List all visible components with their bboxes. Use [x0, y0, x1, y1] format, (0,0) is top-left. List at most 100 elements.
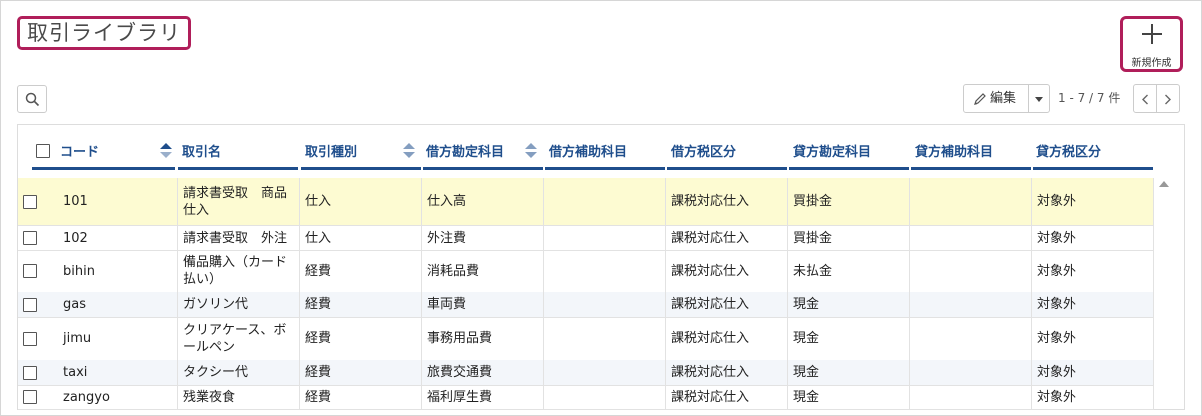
table-row[interactable]: taxi タクシー代 経費 旅費交通費 課税対応仕入 現金 対象外	[18, 360, 1154, 385]
row-checkbox-cell	[18, 317, 58, 360]
cell-credit-tax: 対象外	[1032, 250, 1154, 292]
cell-debit-tax: 課税対応仕入	[666, 360, 788, 385]
cell-credit-account: 買掛金	[788, 178, 910, 225]
cell-credit-sub	[910, 226, 1032, 250]
row-checkbox[interactable]	[23, 390, 37, 404]
cell-name: 請求書受取 商品仕入	[178, 178, 300, 225]
cell-credit-sub	[910, 385, 1032, 409]
header-underline	[911, 167, 1031, 170]
sort-icon[interactable]	[160, 143, 172, 159]
cell-type: 仕入	[300, 226, 422, 250]
cell-credit-account: 現金	[788, 385, 910, 409]
header-underline	[789, 167, 909, 170]
cell-type: 経費	[300, 360, 422, 385]
cell-credit-account: 現金	[788, 292, 910, 317]
header-code[interactable]: コード	[60, 141, 99, 161]
header-debit-account[interactable]: 借方勘定科目	[426, 141, 504, 161]
cell-credit-tax: 対象外	[1032, 360, 1154, 385]
cell-code: zangyo	[58, 385, 178, 409]
cell-code: gas	[58, 292, 178, 317]
cell-credit-tax: 対象外	[1032, 317, 1154, 360]
row-checkbox[interactable]	[23, 365, 37, 380]
vertical-scrollbar[interactable]	[1158, 178, 1170, 408]
cell-debit-tax: 課税対応仕入	[666, 317, 788, 360]
cell-type: 経費	[300, 317, 422, 360]
cell-debit-account: 仕入高	[422, 178, 544, 225]
cell-credit-tax: 対象外	[1032, 226, 1154, 250]
row-checkbox-cell	[18, 360, 58, 385]
cell-name: 請求書受取 外注	[178, 226, 300, 250]
cell-name: 備品購入（カード払い）	[178, 250, 300, 292]
table-row[interactable]: gas ガソリン代 経費 車両費 課税対応仕入 現金 対象外	[18, 292, 1154, 317]
cell-credit-account: 買掛金	[788, 226, 910, 250]
cell-credit-sub	[910, 178, 1032, 225]
cell-debit-account: 外注費	[422, 226, 544, 250]
row-checkbox[interactable]	[23, 264, 37, 278]
row-checkbox[interactable]	[23, 231, 37, 245]
cell-name: ガソリン代	[178, 292, 300, 317]
scroll-up-icon[interactable]	[1159, 181, 1169, 187]
header-underline	[667, 167, 787, 170]
header-credit-sub[interactable]: 貸方補助科目	[915, 141, 993, 161]
row-checkbox-cell	[18, 226, 58, 250]
prev-page-button[interactable]	[1133, 84, 1157, 113]
select-all-checkbox[interactable]	[36, 144, 50, 158]
row-checkbox-cell	[18, 250, 58, 292]
cell-credit-sub	[910, 250, 1032, 292]
cell-credit-tax: 対象外	[1032, 178, 1154, 225]
cell-name: タクシー代	[178, 360, 300, 385]
row-checkbox-cell	[18, 178, 58, 225]
table-row[interactable]: 102 請求書受取 外注 仕入 外注費 課税対応仕入 買掛金 対象外	[18, 226, 1154, 250]
row-checkbox[interactable]	[23, 194, 37, 209]
cell-credit-sub	[910, 317, 1032, 360]
cell-type: 経費	[300, 292, 422, 317]
header-credit-account[interactable]: 貸方勘定科目	[793, 141, 871, 161]
cell-name: クリアケース、ボールペン	[178, 317, 300, 360]
cell-debit-tax: 課税対応仕入	[666, 250, 788, 292]
cell-type: 仕入	[300, 178, 422, 225]
table-row[interactable]: jimu クリアケース、ボールペン 経費 事務用品費 課税対応仕入 現金 対象外	[18, 317, 1154, 360]
sort-icon[interactable]	[403, 143, 415, 159]
next-page-button[interactable]	[1156, 84, 1180, 113]
cell-credit-account: 現金	[788, 360, 910, 385]
table-row[interactable]: bihin 備品購入（カード払い） 経費 消耗品費 課税対応仕入 未払金 対象外	[18, 250, 1154, 292]
cell-code: bihin	[58, 250, 178, 292]
cell-credit-tax: 対象外	[1032, 292, 1154, 317]
search-icon	[25, 92, 40, 107]
cell-credit-tax: 対象外	[1032, 385, 1154, 409]
cell-debit-sub	[544, 385, 666, 409]
sort-icon[interactable]	[525, 143, 537, 159]
cell-debit-tax: 課税対応仕入	[666, 226, 788, 250]
header-credit-tax[interactable]: 貸方税区分	[1036, 141, 1101, 161]
cell-debit-sub	[544, 292, 666, 317]
row-checkbox[interactable]	[23, 297, 37, 312]
cell-debit-account: 旅費交通費	[422, 360, 544, 385]
cell-debit-sub	[544, 250, 666, 292]
new-create-label: 新規作成	[1131, 58, 1172, 69]
cell-code: jimu	[58, 317, 178, 360]
header-name[interactable]: 取引名	[182, 141, 221, 161]
row-checkbox-cell	[18, 385, 58, 409]
header-underline	[178, 167, 298, 170]
cell-type: 経費	[300, 385, 422, 409]
header-type[interactable]: 取引種別	[305, 141, 357, 161]
cell-code: taxi	[58, 360, 178, 385]
table-row[interactable]: zangyo 残業夜食 経費 福利厚生費 課税対応仕入 現金 対象外	[18, 385, 1154, 409]
cell-credit-sub	[910, 292, 1032, 317]
cell-code: 102	[58, 226, 178, 250]
pencil-icon	[974, 93, 986, 105]
header-underline	[301, 167, 421, 170]
header-debit-tax[interactable]: 借方税区分	[671, 141, 736, 161]
edit-dropdown-toggle[interactable]	[1028, 84, 1050, 113]
header-underline	[545, 167, 665, 170]
table-row[interactable]: 101 請求書受取 商品仕入 仕入 仕入高 課税対応仕入 買掛金 対象外	[18, 178, 1154, 225]
search-button[interactable]	[17, 85, 47, 113]
cell-debit-tax: 課税対応仕入	[666, 292, 788, 317]
page-count: 1 - 7 / 7 件	[1058, 91, 1121, 105]
header-debit-sub[interactable]: 借方補助科目	[549, 141, 627, 161]
new-create-button[interactable]: 新規作成	[1120, 16, 1183, 72]
edit-button[interactable]: 編集	[963, 84, 1029, 113]
header-underline	[32, 167, 175, 170]
row-checkbox[interactable]	[23, 331, 37, 346]
page-title: 取引ライブラリ	[17, 16, 191, 50]
